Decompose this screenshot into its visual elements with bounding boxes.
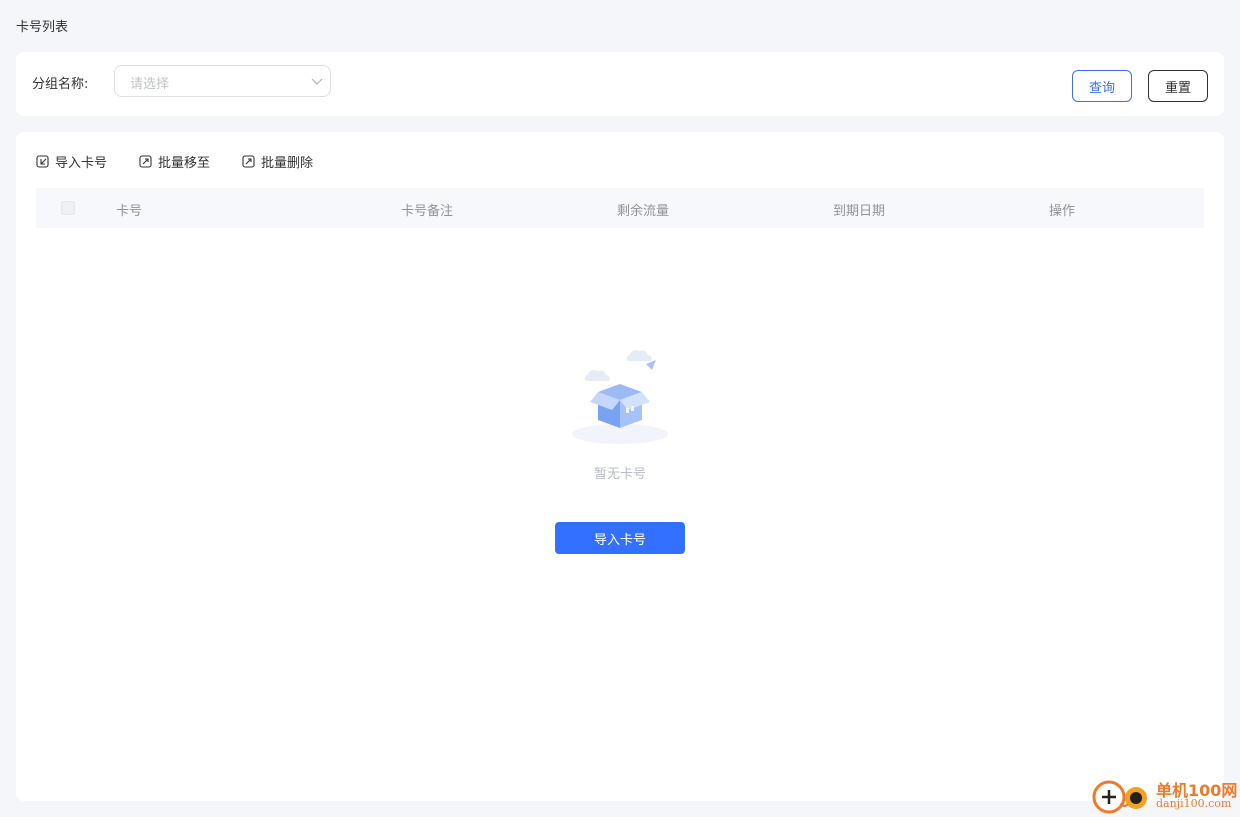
batch-delete-label: 批量删除 [261, 156, 314, 171]
group-select[interactable]: 请选择 [114, 65, 331, 97]
batch-move-action[interactable]: 批量移至 [139, 152, 210, 171]
toolbar: 导入卡号 批量移至 批量删除 [36, 152, 313, 171]
column-remaining-traffic: 剩余流量 [617, 204, 670, 219]
import-icon [36, 155, 49, 168]
import-cards-button[interactable]: 导入卡号 [555, 522, 685, 554]
group-select-placeholder: 请选择 [130, 77, 170, 92]
select-all-checkbox[interactable] [61, 201, 75, 215]
watermark-domain: danji100.com [1156, 797, 1232, 810]
reset-button[interactable]: 重置 [1148, 70, 1208, 102]
watermark-logo: 单机100网 danji100.com [1090, 774, 1238, 816]
column-card-number: 卡号 [116, 204, 143, 219]
delete-icon [242, 155, 255, 168]
card-list-panel: 导入卡号 批量移至 批量删除 卡号 卡号备注 剩余流量 到期日期 操作 暂无卡号… [16, 132, 1224, 801]
import-cards-action[interactable]: 导入卡号 [36, 152, 107, 171]
column-expiry-date: 到期日期 [833, 204, 886, 219]
chevron-down-icon [311, 78, 323, 85]
import-cards-label: 导入卡号 [55, 156, 108, 171]
query-button[interactable]: 查询 [1072, 70, 1132, 102]
table-header: 卡号 卡号备注 剩余流量 到期日期 操作 [36, 188, 1204, 228]
batch-move-label: 批量移至 [158, 156, 211, 171]
move-icon [139, 155, 152, 168]
page-title: 卡号列表 [16, 20, 69, 35]
column-card-remark: 卡号备注 [401, 204, 454, 219]
group-name-label: 分组名称: [32, 77, 89, 92]
column-actions: 操作 [1049, 204, 1076, 219]
watermark-mascot-icon [1092, 780, 1147, 814]
filter-panel: 分组名称: 请选择 查询 重置 [16, 52, 1224, 116]
empty-message: 暂无卡号 [593, 467, 646, 482]
batch-delete-action[interactable]: 批量删除 [242, 152, 313, 171]
empty-box-icon [572, 350, 668, 444]
